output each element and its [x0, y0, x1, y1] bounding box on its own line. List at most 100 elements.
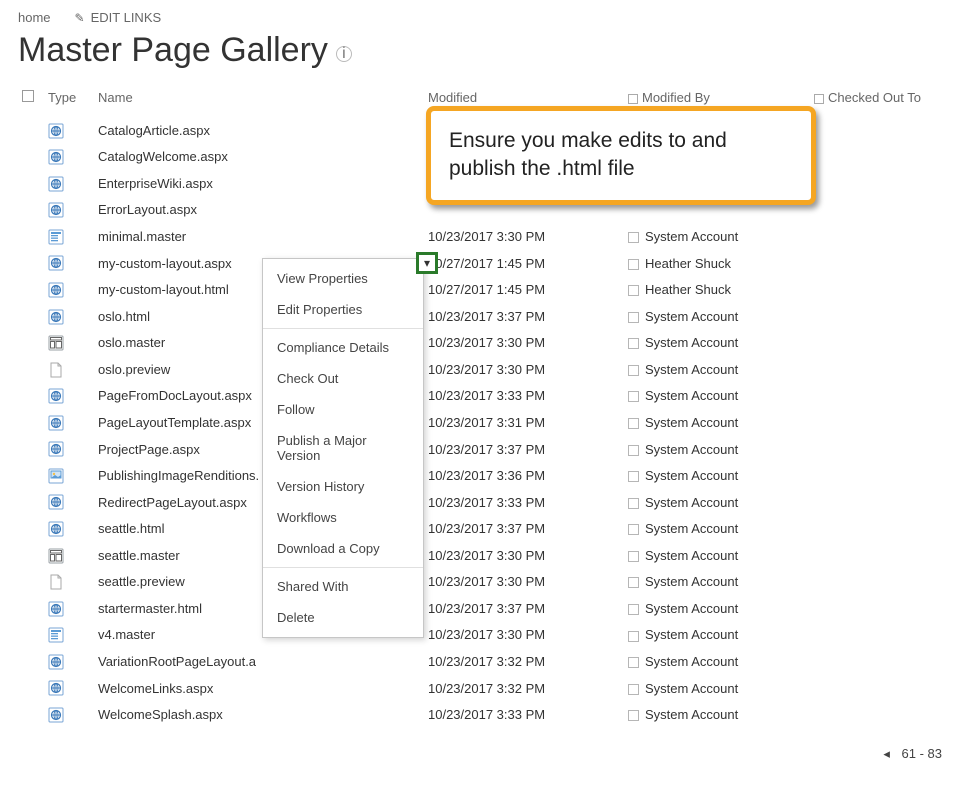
table-row[interactable]: PublishingImageRenditions.10/23/2017 3:3… [18, 462, 952, 489]
file-name-link[interactable]: oslo.master [98, 335, 165, 350]
table-row[interactable]: my-custom-layout.aspx10/27/2017 1:45 PMH… [18, 250, 952, 277]
file-name-link[interactable]: seattle.master [98, 548, 180, 563]
modified-by-cell: System Account [624, 569, 810, 596]
menu-item[interactable]: Check Out [263, 363, 423, 394]
table-row[interactable]: WelcomeSplash.aspx10/23/2017 3:33 PMSyst… [18, 701, 952, 728]
row-checkbox[interactable] [628, 551, 639, 562]
modified-cell: 10/23/2017 3:37 PM [424, 436, 624, 463]
file-type-icon [48, 255, 64, 271]
table-row[interactable]: oslo.html10/23/2017 3:37 PMSystem Accoun… [18, 303, 952, 330]
table-row[interactable]: my-custom-layout.html10/27/2017 1:45 PMH… [18, 276, 952, 303]
file-name-link[interactable]: my-custom-layout.aspx [98, 256, 232, 271]
table-row[interactable]: seattle.preview10/23/2017 3:30 PMSystem … [18, 569, 952, 596]
table-row[interactable]: v4.master10/23/2017 3:30 PMSystem Accoun… [18, 622, 952, 649]
file-name-link[interactable]: seattle.html [98, 521, 164, 536]
table-row[interactable]: startermaster.html10/23/2017 3:37 PMSyst… [18, 595, 952, 622]
row-checkbox[interactable] [628, 312, 639, 323]
table-row[interactable]: seattle.master10/23/2017 3:30 PMSystem A… [18, 542, 952, 569]
file-type-icon [48, 521, 64, 537]
row-checkbox[interactable] [628, 418, 639, 429]
modified-by-cell: System Account [624, 383, 810, 410]
col-type[interactable]: Type [44, 84, 94, 117]
file-name-link[interactable]: PublishingImageRenditions. [98, 468, 259, 483]
menu-item[interactable]: Download a Copy [263, 533, 423, 564]
file-name-link[interactable]: v4.master [98, 627, 155, 642]
row-checkbox[interactable] [628, 657, 639, 668]
table-row[interactable]: seattle.html10/23/2017 3:37 PMSystem Acc… [18, 515, 952, 542]
table-row[interactable]: RedirectPageLayout.aspx10/23/2017 3:33 P… [18, 489, 952, 516]
modified-by-cell: System Account [624, 330, 810, 357]
row-checkbox[interactable] [628, 498, 639, 509]
menu-item[interactable]: Shared With [263, 571, 423, 602]
file-name-link[interactable]: CatalogArticle.aspx [98, 123, 210, 138]
item-menu-trigger[interactable]: ▾ [416, 252, 438, 274]
row-checkbox[interactable] [628, 604, 639, 615]
table-row[interactable]: WelcomeLinks.aspx10/23/2017 3:32 PMSyste… [18, 675, 952, 702]
row-checkbox[interactable] [628, 524, 639, 535]
file-name-link[interactable]: minimal.master [98, 229, 186, 244]
file-name-link[interactable]: ErrorLayout.aspx [98, 202, 197, 217]
file-name-link[interactable]: VariationRootPageLayout.a [98, 654, 256, 669]
file-name-link[interactable]: seattle.preview [98, 574, 185, 589]
row-checkbox[interactable] [628, 471, 639, 482]
file-name-link[interactable]: CatalogWelcome.aspx [98, 149, 228, 164]
row-checkbox[interactable] [628, 232, 639, 243]
file-name-link[interactable]: my-custom-layout.html [98, 282, 229, 297]
file-name-link[interactable]: WelcomeLinks.aspx [98, 681, 213, 696]
annotation-callout: Ensure you make edits to and publish the… [426, 106, 816, 205]
menu-item[interactable]: Version History [263, 471, 423, 502]
table-row[interactable]: ProjectPage.aspx10/23/2017 3:37 PMSystem… [18, 436, 952, 463]
menu-item[interactable]: Edit Properties [263, 294, 423, 325]
file-name-link[interactable]: oslo.preview [98, 362, 170, 377]
table-row[interactable]: oslo.preview10/23/2017 3:30 PMSystem Acc… [18, 356, 952, 383]
file-name-link[interactable]: PageLayoutTemplate.aspx [98, 415, 251, 430]
file-name-link[interactable]: PageFromDocLayout.aspx [98, 388, 252, 403]
row-checkbox[interactable] [628, 445, 639, 456]
modified-cell: 10/23/2017 3:32 PM [424, 648, 624, 675]
info-icon[interactable]: i [336, 46, 352, 62]
col-name[interactable]: Name [94, 84, 424, 117]
file-type-icon [48, 601, 64, 617]
file-name-link[interactable]: RedirectPageLayout.aspx [98, 495, 247, 510]
file-name-link[interactable]: EnterpriseWiki.aspx [98, 176, 213, 191]
context-menu: View PropertiesEdit Properties Compliance… [262, 258, 424, 638]
row-checkbox[interactable] [628, 259, 639, 270]
row-checkbox[interactable] [628, 710, 639, 721]
modified-cell: 10/23/2017 3:30 PM [424, 542, 624, 569]
file-name-link[interactable]: startermaster.html [98, 601, 202, 616]
table-row[interactable]: minimal.master10/23/2017 3:30 PMSystem A… [18, 223, 952, 250]
table-row[interactable]: oslo.master10/23/2017 3:30 PMSystem Acco… [18, 330, 952, 357]
row-checkbox[interactable] [628, 391, 639, 402]
menu-item[interactable]: Compliance Details [263, 332, 423, 363]
menu-separator [263, 328, 423, 329]
table-row[interactable]: VariationRootPageLayout.a 10/23/2017 3:32… [18, 648, 952, 675]
col-checked-out[interactable]: Checked Out To [810, 84, 952, 117]
file-name-link[interactable]: ProjectPage.aspx [98, 442, 200, 457]
menu-item[interactable]: Delete [263, 602, 423, 633]
modified-cell: 10/23/2017 3:33 PM [424, 701, 624, 728]
file-type-icon [48, 468, 64, 484]
menu-item[interactable]: View Properties [263, 263, 423, 294]
row-checkbox[interactable] [628, 631, 639, 642]
file-name-link[interactable]: WelcomeSplash.aspx [98, 707, 223, 722]
table-row[interactable]: PageFromDocLayout.aspx10/23/2017 3:33 PM… [18, 383, 952, 410]
row-checkbox[interactable] [628, 365, 639, 376]
pager-prev-icon[interactable]: ◂ [883, 746, 890, 761]
menu-item[interactable]: Follow [263, 394, 423, 425]
select-all-checkbox[interactable] [22, 90, 34, 102]
file-type-icon [48, 654, 64, 670]
row-checkbox[interactable] [628, 577, 639, 588]
modified-cell: 10/23/2017 3:32 PM [424, 675, 624, 702]
checked-out-filter-icon [814, 94, 824, 104]
nav-home[interactable]: home [18, 10, 51, 25]
row-checkbox[interactable] [628, 338, 639, 349]
row-checkbox[interactable] [628, 285, 639, 296]
table-row[interactable]: PageLayoutTemplate.aspx10/23/2017 3:31 P… [18, 409, 952, 436]
edit-links-button[interactable]: ✎ EDIT LINKS [75, 10, 162, 25]
file-name-link[interactable]: oslo.html [98, 309, 150, 324]
modified-by-cell: System Account [624, 409, 810, 436]
modified-by-cell: Heather Shuck [624, 250, 810, 277]
menu-item[interactable]: Workflows [263, 502, 423, 533]
menu-item[interactable]: Publish a Major Version [263, 425, 423, 471]
row-checkbox[interactable] [628, 684, 639, 695]
